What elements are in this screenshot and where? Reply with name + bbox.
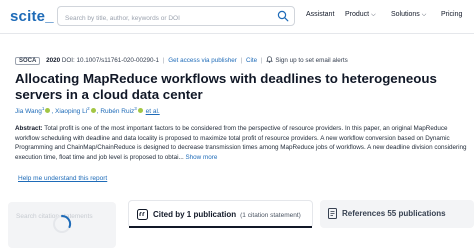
- bell-icon: [266, 56, 274, 63]
- journal-badge[interactable]: SOCA: [15, 57, 41, 65]
- nav-product[interactable]: Product ⌵: [345, 11, 376, 19]
- citation-statement-count: (1 citation statement): [240, 212, 301, 219]
- author-affiliation: 1: [41, 106, 45, 111]
- paper-meta: SOCA 2020 DOI: 10.1007/s11761-020-00290-…: [15, 56, 348, 65]
- nav-product-label: Product: [345, 11, 370, 18]
- top-navigation-bar: scite_ Assistant Product⌵ Solutions⌵ Pri…: [0, 0, 474, 34]
- author-name: Jia Wang: [15, 108, 42, 116]
- scite-logo[interactable]: scite_: [10, 8, 54, 25]
- nav-pricing[interactable]: Pricing: [441, 11, 462, 18]
- orcid-icon[interactable]: [45, 108, 51, 114]
- loading-spinner-icon: [53, 214, 72, 233]
- author-link[interactable]: Jia Wang1: [15, 106, 45, 116]
- active-tab-indicator: [129, 226, 312, 228]
- author-name: Rubén Ruiz: [100, 108, 135, 116]
- author-affiliation: 2: [87, 106, 90, 111]
- show-more-link[interactable]: Show more: [185, 154, 217, 161]
- references-label: References 55 publications: [342, 209, 446, 218]
- email-alert-link[interactable]: Sign up to set email alerts: [266, 56, 348, 64]
- tab-references[interactable]: References 55 publications: [320, 200, 474, 228]
- paper-year: 2020: [46, 57, 61, 64]
- cited-by-count: Cited by 1 publication: [153, 210, 237, 219]
- chevron-down-icon: ⌵: [371, 12, 376, 18]
- paper-doi[interactable]: DOI: 10.1007/s11761-020-00290-1: [62, 57, 159, 64]
- search-icon[interactable]: [277, 10, 289, 22]
- abstract-label: Abstract:: [15, 125, 43, 132]
- nav-assistant[interactable]: Assistant: [306, 11, 334, 18]
- nav-assistant-label: Assistant: [306, 11, 335, 18]
- cite-link[interactable]: Cite: [246, 57, 257, 64]
- orcid-icon[interactable]: [90, 108, 96, 114]
- author-name: Xiaoping Li: [55, 108, 88, 116]
- document-icon: [328, 208, 337, 219]
- nav-solutions-label: Solutions: [391, 11, 420, 18]
- author-affiliation: 3: [134, 106, 137, 111]
- orcid-icon[interactable]: [137, 108, 143, 114]
- author-link[interactable]: Rubén Ruiz3: [100, 106, 137, 116]
- divider: |: [260, 57, 263, 64]
- divider: |: [240, 57, 243, 64]
- abstract-text: Total profit is one of the most importan…: [15, 125, 467, 161]
- nav-solutions[interactable]: Solutions ⌵: [391, 11, 426, 19]
- divider: |: [162, 57, 165, 64]
- abstract: Abstract: Total profit is one of the mos…: [15, 124, 470, 162]
- cited-by-label: Cited by 1 publication (1 citation statem…: [153, 210, 301, 219]
- search-input[interactable]: [58, 9, 275, 28]
- tab-cited-by[interactable]: Cited by 1 publication (1 citation statem…: [128, 200, 313, 228]
- citation-quote-icon: [137, 209, 148, 220]
- search-box[interactable]: [57, 6, 295, 28]
- et-al-link[interactable]: et al.: [146, 108, 160, 115]
- get-access-link[interactable]: Get access via publisher: [168, 57, 237, 64]
- author-link[interactable]: Xiaoping Li2: [55, 106, 90, 116]
- chevron-down-icon: ⌵: [421, 12, 427, 18]
- paper-card: SOCA 2020 DOI: 10.1007/s11761-020-00290-…: [7, 44, 474, 194]
- email-alert-label: Sign up to set email alerts: [275, 57, 348, 64]
- author-list: Jia Wang1, Xiaoping Li2, Rubén Ruiz3 et …: [15, 106, 160, 116]
- nav-pricing-label: Pricing: [441, 11, 463, 18]
- help-understand-link[interactable]: Help me understand this report: [18, 175, 107, 182]
- paper-title: Allocating MapReduce workflows with dead…: [15, 71, 437, 102]
